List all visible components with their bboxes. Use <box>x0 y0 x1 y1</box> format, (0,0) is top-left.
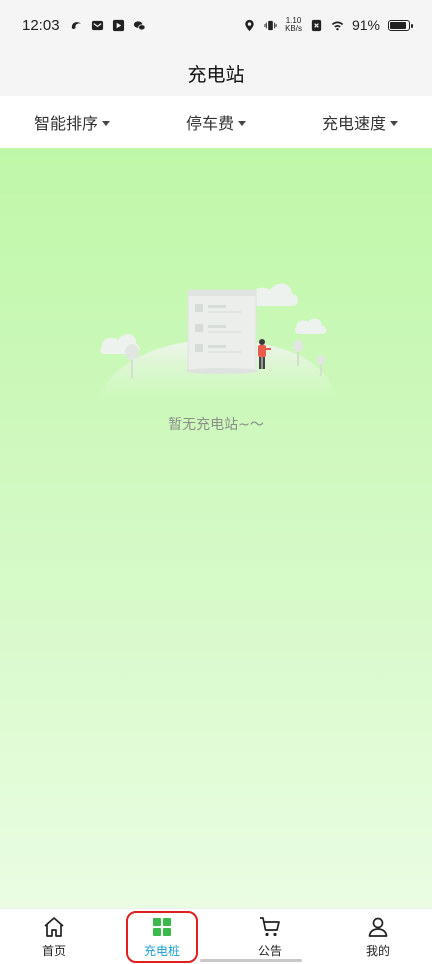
network-speed: 1.10 KB/s <box>285 17 302 33</box>
battery-percent: 91% <box>351 17 380 33</box>
bottom-nav: 首页 充电桩 公告 我的 <box>0 908 432 964</box>
status-bar: 12:03 1.10 KB/s 91% <box>0 0 432 50</box>
nav-label: 首页 <box>41 943 66 958</box>
nav-label: 充电桩 <box>143 943 180 958</box>
home-indicator[interactable] <box>200 959 302 962</box>
filter-parking-fee[interactable]: 停车费 <box>144 110 288 134</box>
status-time: 12:03 <box>22 16 60 34</box>
filter-charging-speed[interactable]: 充电速度 <box>288 110 432 134</box>
nav-charging-piles[interactable]: 充电桩 <box>108 909 216 964</box>
page-title: 充电站 <box>187 63 245 86</box>
sim-disabled-icon <box>311 19 322 31</box>
nav-label: 公告 <box>257 943 282 958</box>
home-icon <box>44 916 64 937</box>
filter-smart-sort[interactable]: 智能排序 <box>0 110 144 134</box>
status-right: 1.10 KB/s 91% <box>243 17 413 33</box>
vibrate-icon <box>264 20 277 30</box>
cart-icon <box>260 916 280 936</box>
caret-down-icon <box>102 120 110 126</box>
grid-icon <box>153 917 171 936</box>
caret-down-icon <box>390 120 398 126</box>
play-app-icon <box>112 19 124 31</box>
filter-label: 智能排序 <box>33 114 98 133</box>
filter-label: 停车费 <box>185 114 234 133</box>
nav-home[interactable]: 首页 <box>0 909 108 964</box>
filter-label: 充电速度 <box>321 114 386 133</box>
nav-label: 我的 <box>365 943 390 958</box>
station-list-area[interactable]: 暂无充电站~〜 <box>0 148 432 908</box>
nav-announcements[interactable]: 公告 <box>216 909 324 964</box>
caret-down-icon <box>238 120 246 126</box>
status-left: 12:03 <box>22 17 146 34</box>
filter-bar: 智能排序 停车费 充电速度 <box>0 96 432 148</box>
user-icon <box>368 917 388 937</box>
battery-icon <box>388 19 413 31</box>
mail-app-icon <box>91 20 103 30</box>
wifi-icon <box>331 20 344 30</box>
app-swirl-icon <box>71 21 81 29</box>
location-icon <box>245 19 254 31</box>
nav-profile[interactable]: 我的 <box>324 909 432 964</box>
wechat-icon <box>133 20 145 30</box>
empty-state-illustration <box>98 283 336 400</box>
title-bar: 充电站 <box>0 50 432 96</box>
empty-state-message: 暂无充电站~〜 <box>168 417 264 433</box>
network-speed-unit: KB/s <box>285 24 302 33</box>
